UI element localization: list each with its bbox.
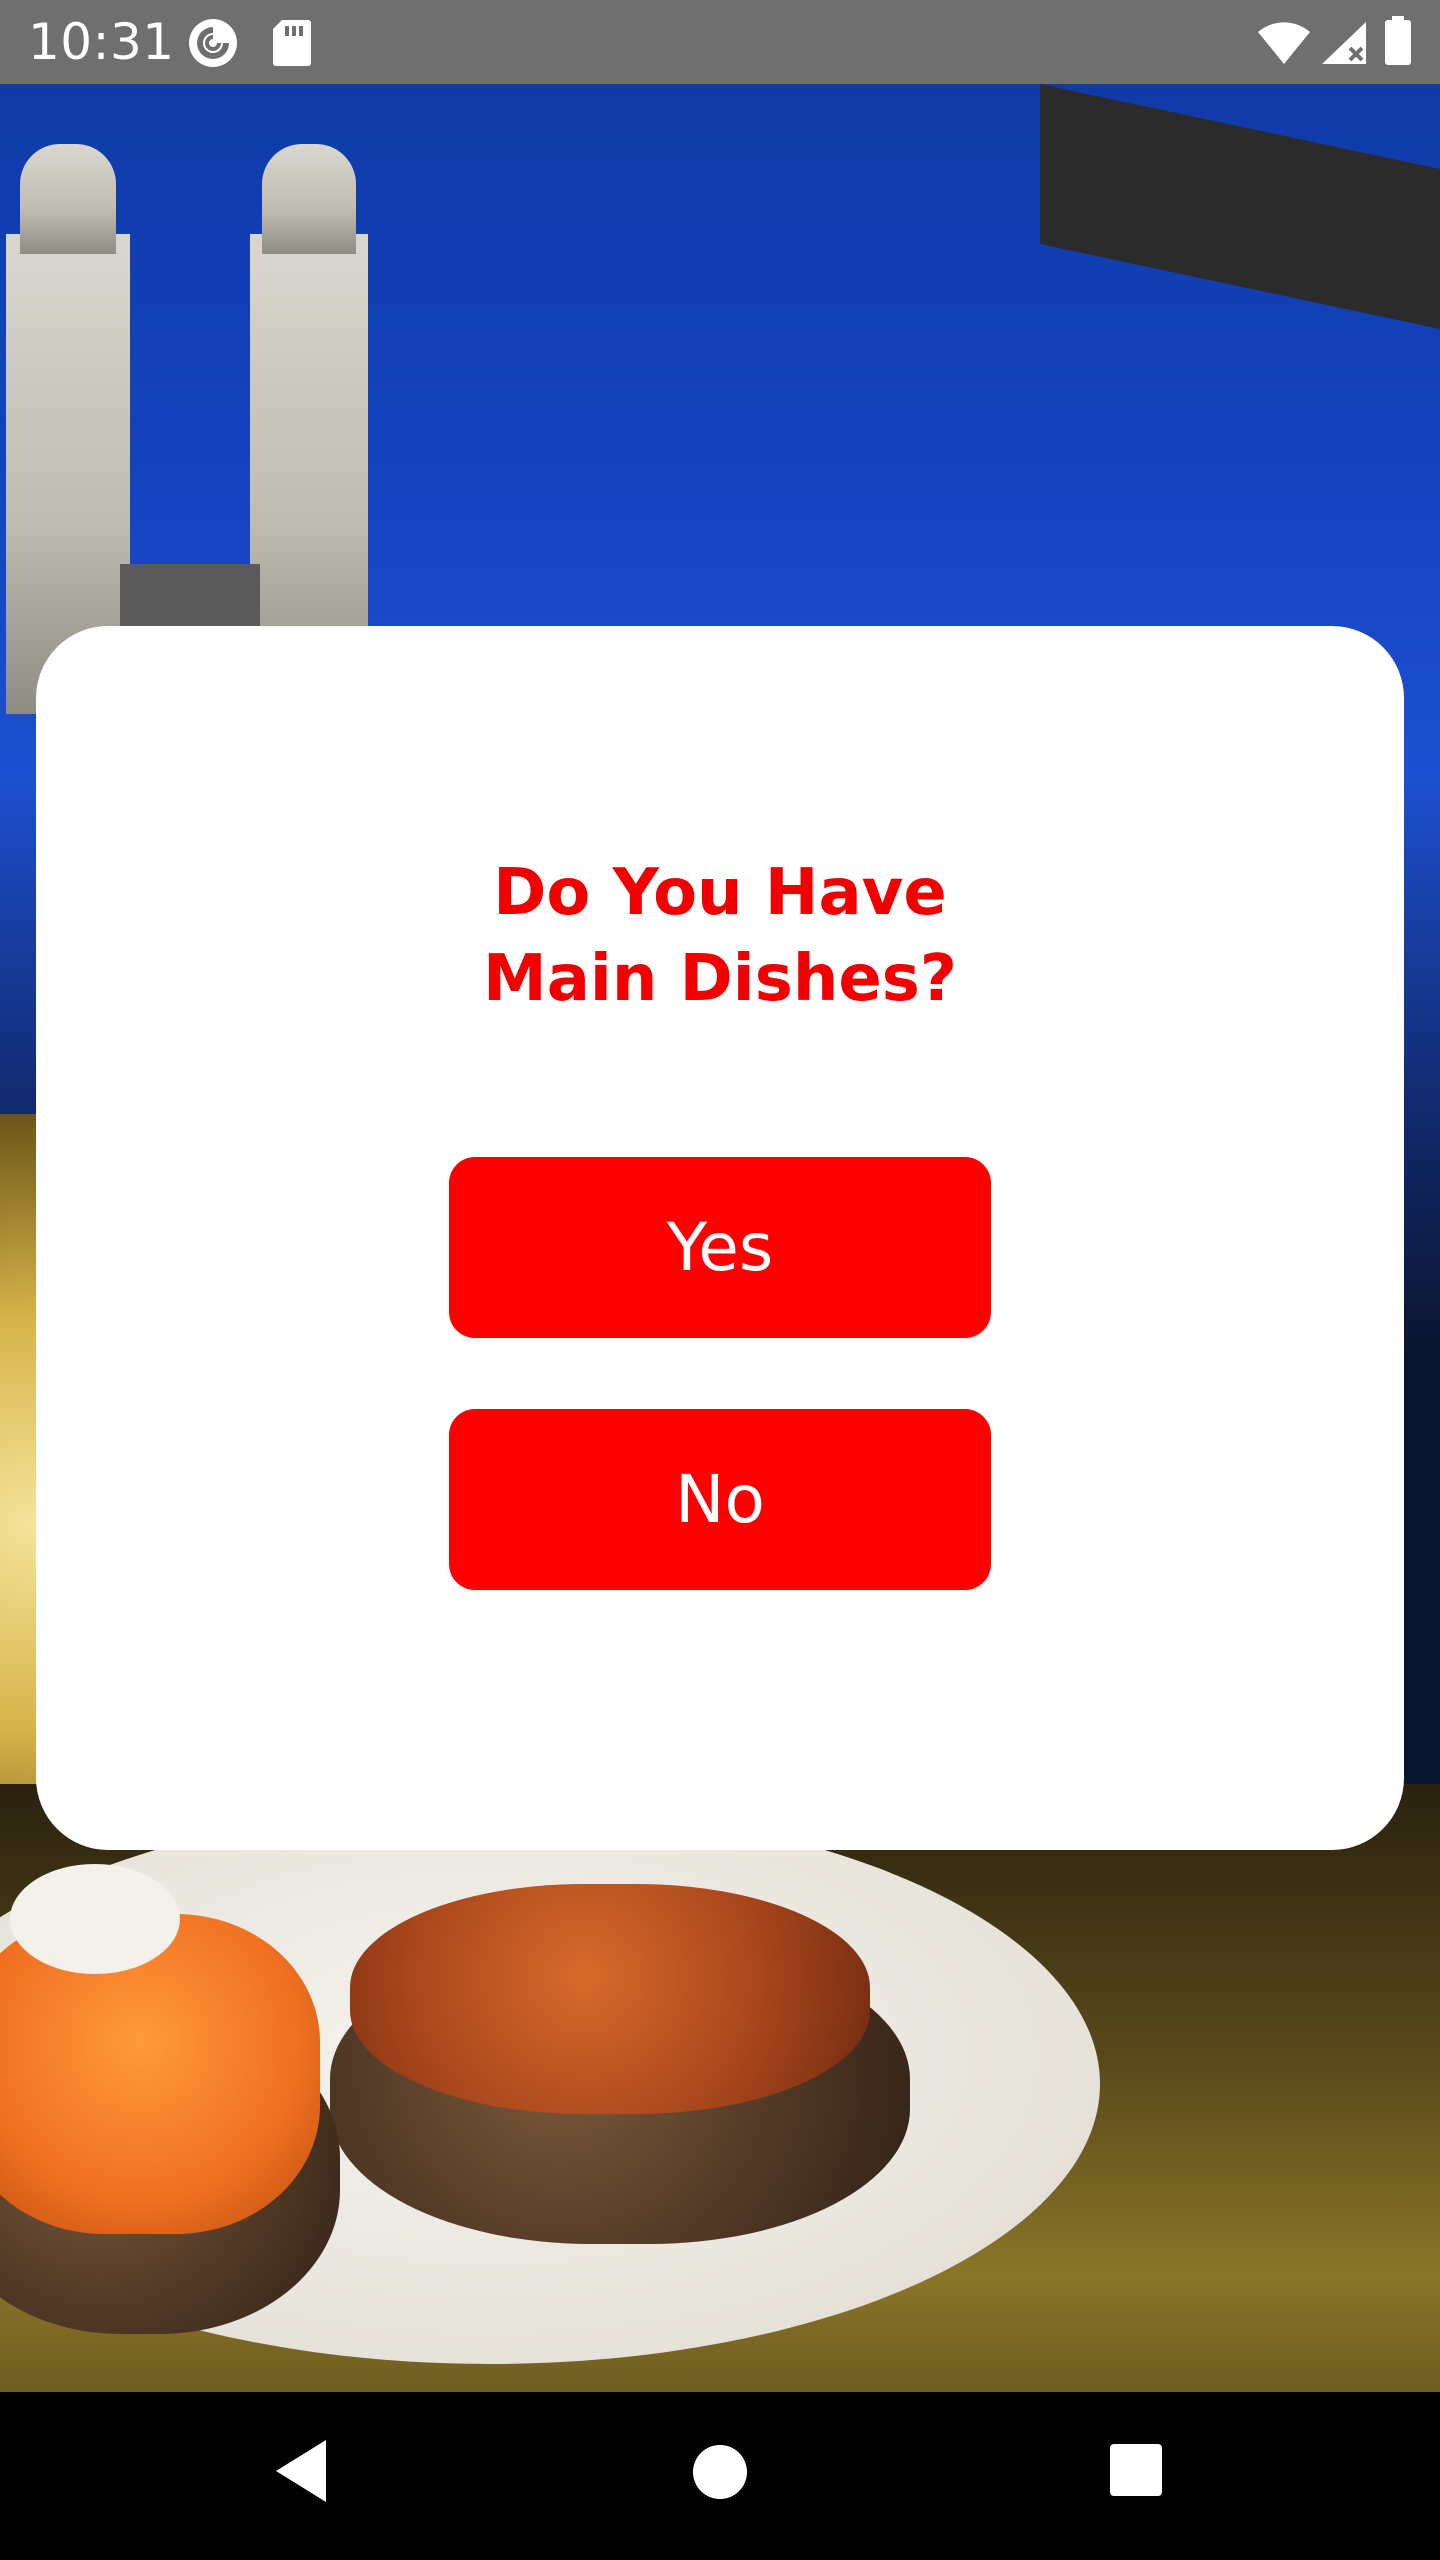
cellular-signal-icon bbox=[1320, 20, 1370, 70]
pocket-casts-icon bbox=[188, 18, 238, 72]
recents-icon[interactable] bbox=[1108, 2442, 1164, 2502]
yes-button[interactable]: Yes bbox=[449, 1157, 991, 1338]
home-icon[interactable] bbox=[690, 2442, 750, 2506]
status-time: 10:31 bbox=[28, 13, 175, 71]
dialog-title: Do You Have Main Dishes? bbox=[483, 856, 957, 1016]
navigation-bar bbox=[0, 2392, 1440, 2560]
battery-icon bbox=[1384, 16, 1412, 70]
sd-card-icon bbox=[272, 18, 312, 72]
no-button[interactable]: No bbox=[449, 1409, 991, 1590]
wifi-icon bbox=[1256, 20, 1312, 70]
status-bar: 10:31 bbox=[0, 0, 1440, 84]
main-dishes-dialog: Do You Have Main Dishes? Yes No bbox=[36, 626, 1404, 1850]
back-icon[interactable] bbox=[270, 2436, 332, 2510]
